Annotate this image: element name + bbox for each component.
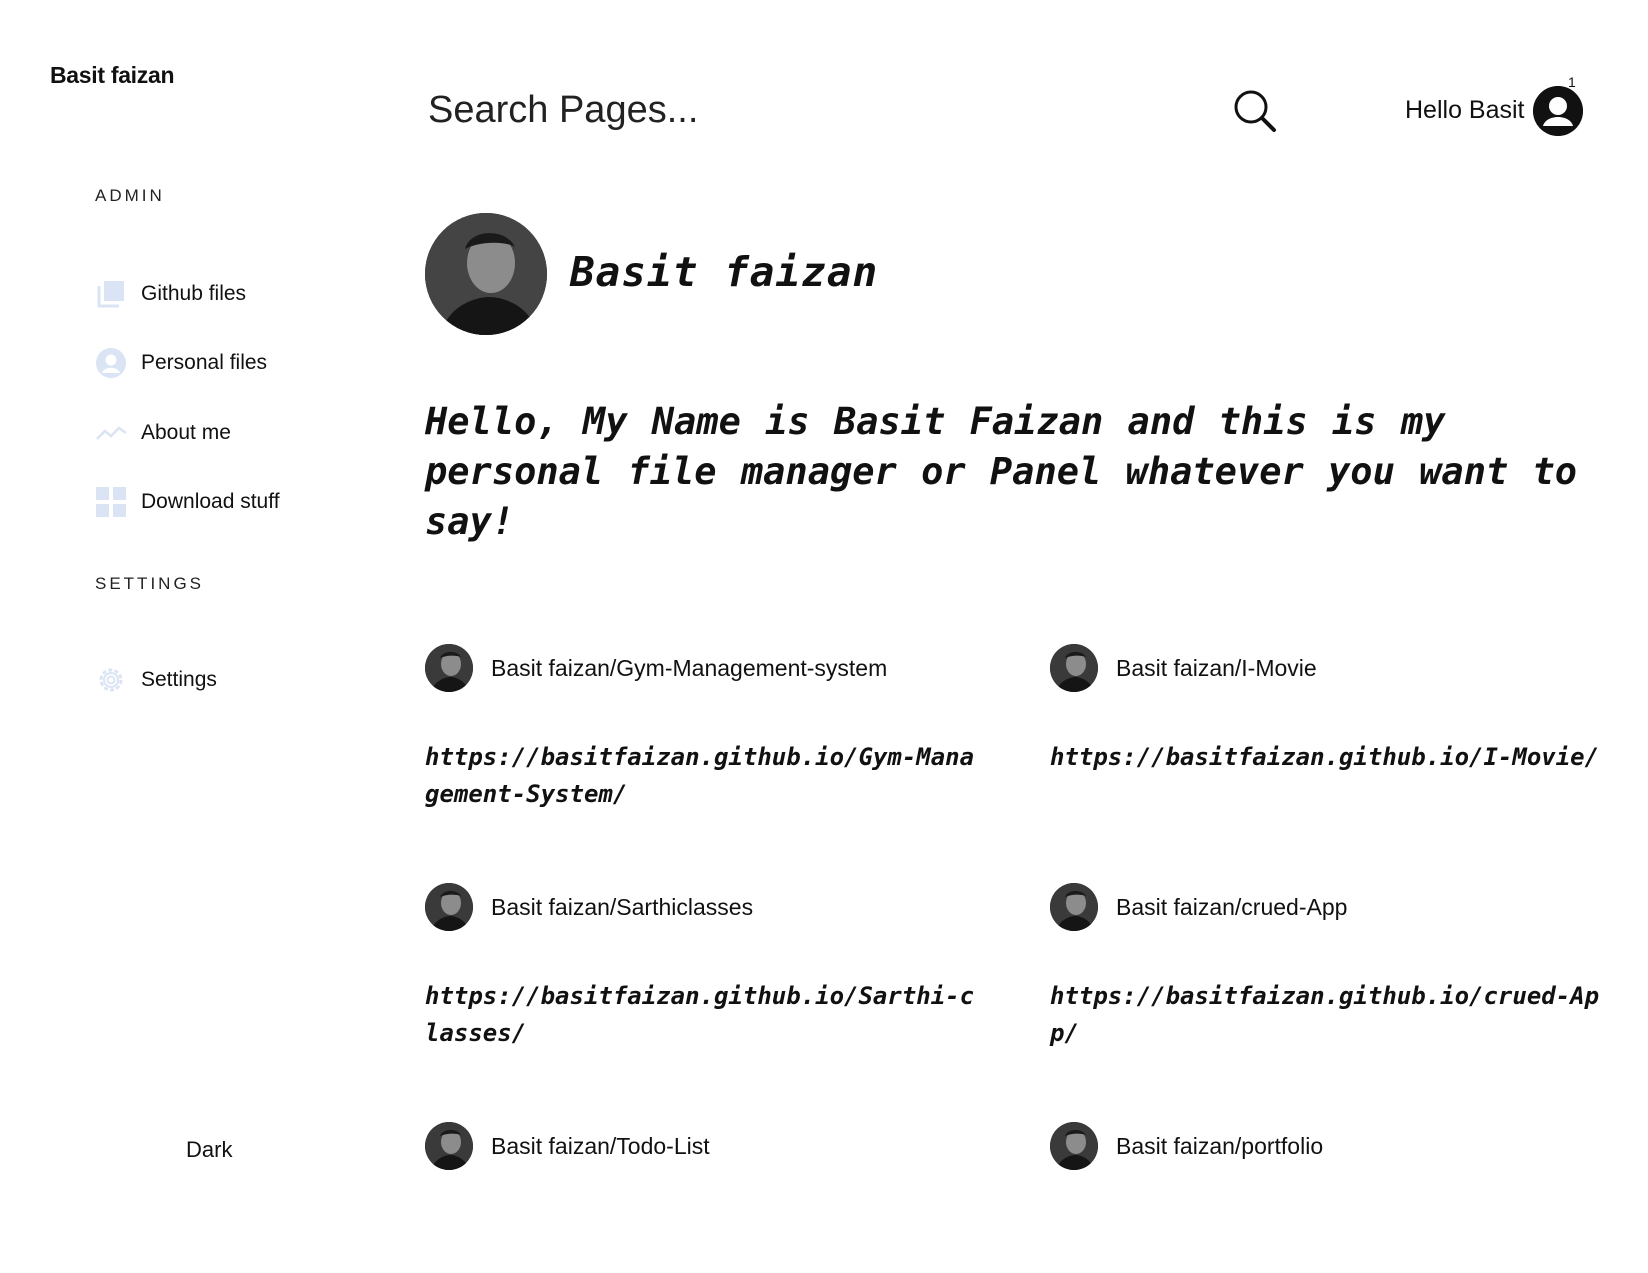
repo-item: Basit faizan/Gym-Management-system https… [425,643,985,813]
notification-badge: 1 [1568,74,1576,90]
repo-avatar [425,644,473,692]
repo-avatar [425,883,473,931]
repo-name: Basit faizan/portfolio [1116,1132,1324,1159]
trend-line-icon [95,417,127,449]
sidebar-item-settings[interactable]: Settings [95,662,217,698]
brand-title[interactable]: Basit faizan [50,62,175,89]
sidebar-item-about-me[interactable]: About me [95,415,231,451]
repo-item: Basit faizan/I-Movie https://basitfaizan… [1050,643,1610,776]
repo-item: Basit faizan/crued-App https://basitfaiz… [1050,882,1610,1052]
user-circle-icon [95,347,127,379]
user-greeting: Hello Basit [1405,96,1525,124]
copy-icon [95,278,127,310]
sidebar-item-label: Settings [141,668,217,691]
repo-link[interactable]: https://basitfaizan.github.io/Sarthi-cla… [425,978,985,1052]
sidebar-item-label: Github files [141,282,247,305]
dark-mode-toggle[interactable]: Dark [186,1137,232,1163]
repo-name: Basit faizan/I-Movie [1116,654,1317,681]
repo-link[interactable]: https://basitfaizan.github.io/Gym-Manage… [425,739,985,813]
repo-name: Basit faizan/Sarthiclasses [491,893,754,920]
repo-name: Basit faizan/Todo-List [491,1132,710,1159]
repo-item: Basit faizan/Sarthiclasses https://basit… [425,882,985,1052]
repo-avatar [425,1122,473,1170]
repo-header[interactable]: Basit faizan/I-Movie [1050,643,1610,693]
repo-avatar [1050,883,1098,931]
sidebar-item-personal-files[interactable]: Personal files [95,345,267,381]
gear-icon [95,664,127,696]
repo-avatar [1050,644,1098,692]
search-input[interactable] [428,84,1128,136]
sidebar-item-download-stuff[interactable]: Download stuff [95,484,280,520]
search-icon[interactable] [1232,88,1278,134]
sidebar-item-label: Personal files [141,351,268,374]
top-bar: Hello Basit 1 [400,70,1648,150]
repo-avatar [1050,1122,1098,1170]
repo-header[interactable]: Basit faizan/Todo-List [425,1121,985,1171]
repo-item: Basit faizan/portfolio [1050,1121,1610,1171]
repo-name: Basit faizan/crued-App [1116,893,1348,920]
repo-header[interactable]: Basit faizan/Gym-Management-system [425,643,985,693]
sidebar-item-github-files[interactable]: Github files [95,276,246,312]
section-title-admin: ADMIN [95,186,165,205]
repo-link[interactable]: https://basitfaizan.github.io/crued-App/ [1050,978,1610,1052]
repo-name: Basit faizan/Gym-Management-system [491,654,888,681]
sidebar-item-label: Download stuff [141,490,280,513]
user-avatar[interactable] [1533,86,1583,136]
repo-header[interactable]: Basit faizan/crued-App [1050,882,1610,932]
repo-header[interactable]: Basit faizan/Sarthiclasses [425,882,985,932]
intro-text: Hello, My Name is Basit Faizan and this … [425,400,1578,543]
repo-header[interactable]: Basit faizan/portfolio [1050,1121,1610,1171]
repo-link[interactable]: https://basitfaizan.github.io/I-Movie/ [1050,739,1610,776]
section-title-settings: SETTINGS [95,574,205,593]
profile-name: Basit faizan [570,248,879,296]
grid-icon [95,486,127,518]
profile-avatar [425,213,547,335]
sidebar: Basit faizan ADMIN Github files Personal… [0,0,400,1273]
sidebar-item-label: About me [141,421,231,444]
repo-item: Basit faizan/Todo-List [425,1121,985,1171]
user-icon [1533,86,1583,136]
